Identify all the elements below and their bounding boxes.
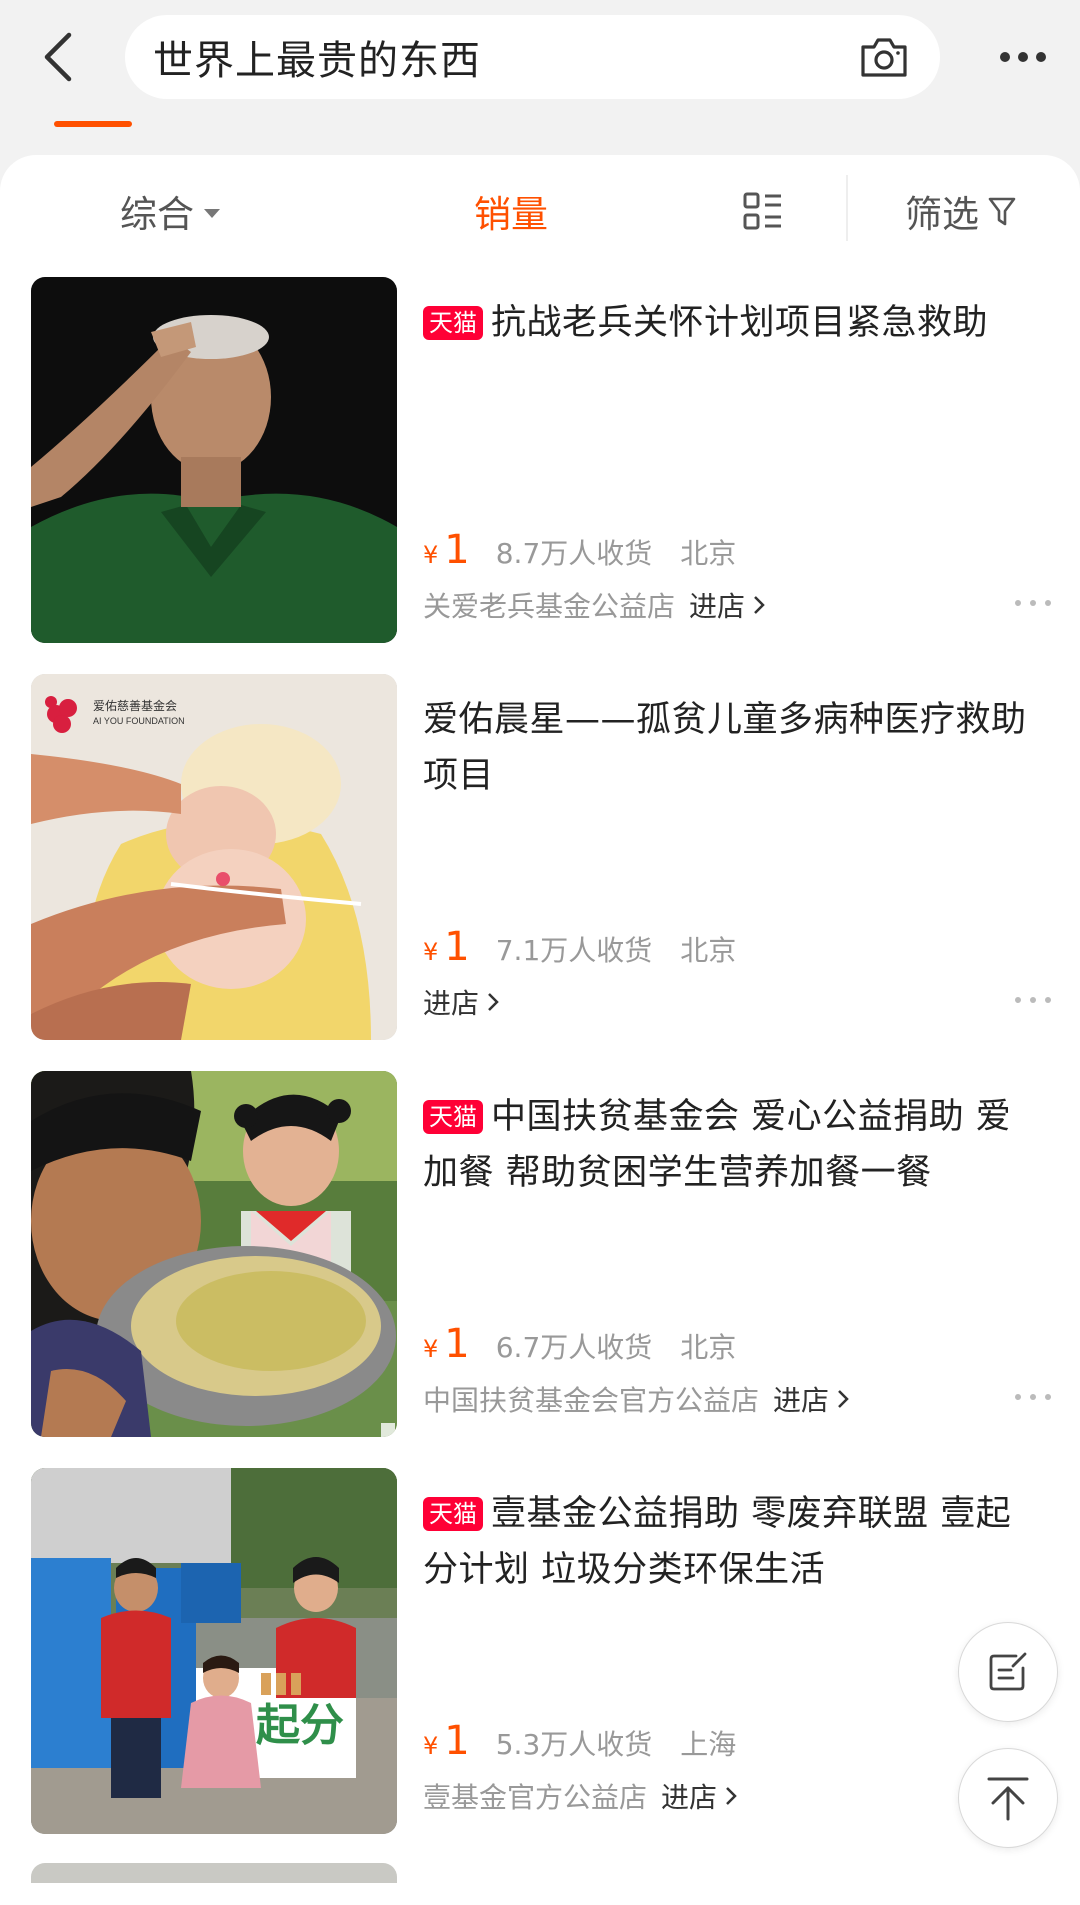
feedback-button[interactable] (958, 1622, 1058, 1722)
layout-toggle-button[interactable] (742, 183, 784, 239)
enter-shop-label: 进店 (661, 1781, 718, 1814)
product-location: 北京 (680, 934, 737, 967)
product-price: 1 (444, 1718, 470, 1764)
tmall-badge: 天猫 (423, 1100, 483, 1134)
shop-row: 中国扶贫基金会官方公益店 进店 (423, 1377, 849, 1421)
product-title-text: 抗战老兵关怀计划项目紧急救助 (491, 303, 989, 343)
chevron-right-icon (754, 596, 765, 614)
price-row: ¥ 1 5.3万人收货 上海 (423, 1718, 736, 1770)
chevron-right-icon (838, 1390, 849, 1408)
foundation-logo-subtext: AI YOU FOUNDATION (93, 716, 185, 726)
product-title[interactable]: 天猫 中国扶贫基金会 爱心公益捐助 爱加餐 帮助贫困学生营养加餐一餐 (423, 1089, 1035, 1201)
product-card[interactable]: 起分 天猫 壹基金公益捐助 零废弃联盟 壹起分计划 垃圾分类环保生活 ¥ 1 5.… (0, 1468, 1080, 1834)
filter-label: 筛选 (905, 193, 979, 236)
sort-sales[interactable]: 销量 (474, 183, 548, 239)
camera-search-button[interactable] (856, 29, 912, 85)
product-price: 1 (444, 924, 470, 970)
enter-shop-label: 进店 (423, 987, 480, 1020)
product-image-infant[interactable]: 爱佑慈善基金会 AI YOU FOUNDATION (31, 674, 397, 1040)
currency-symbol: ¥ (423, 1732, 439, 1760)
sort-sales-label: 销量 (474, 193, 548, 236)
enter-shop-link[interactable]: 进店 (661, 1776, 737, 1816)
top-bar: 世界上最贵的东西 (0, 0, 1080, 160)
sort-divider (846, 175, 848, 241)
foundation-logo-text: 爱佑慈善基金会 (93, 698, 177, 713)
filter-button[interactable]: 筛选 (905, 183, 1017, 239)
feedback-edit-icon (989, 1652, 1027, 1691)
shop-name[interactable]: 关爱老兵基金公益店 (423, 585, 675, 625)
product-card[interactable]: 天猫 抗战老兵关怀计划项目紧急救助 ¥ 1 8.7万人收货 北京 关爱老兵基金公益… (0, 277, 1080, 643)
product-info: 爱佑晨星——孤贫儿童多病种医疗救助项目 ¥ 1 7.1万人收货 北京 进店 (423, 674, 1051, 1040)
tmall-badge: 天猫 (423, 306, 483, 340)
more-options-icon[interactable] (1015, 595, 1051, 611)
more-options-icon[interactable] (1015, 992, 1051, 1008)
back-arrow-icon (44, 32, 72, 82)
sold-count: 6.7万人收货 (495, 1331, 653, 1364)
search-input[interactable]: 世界上最贵的东西 (125, 15, 940, 99)
currency-symbol: ¥ (423, 1335, 439, 1363)
price-row: ¥ 1 7.1万人收货 北京 (423, 924, 736, 976)
product-card[interactable]: 天猫 中国扶贫基金会 爱心公益捐助 爱加餐 帮助贫困学生营养加餐一餐 ¥ 1 6.… (0, 1071, 1080, 1437)
sold-count: 5.3万人收货 (495, 1728, 653, 1761)
next-product-peek (31, 1863, 397, 1883)
price-row: ¥ 1 6.7万人收货 北京 (423, 1321, 736, 1373)
product-title-text: 壹基金公益捐助 零废弃联盟 壹起分计划 垃圾分类环保生活 (423, 1494, 1012, 1590)
sort-comprehensive-label: 综合 (120, 193, 194, 236)
shop-row: 壹基金官方公益店 进店 (423, 1774, 737, 1818)
shop-name[interactable]: 中国扶贫基金会官方公益店 (423, 1379, 759, 1419)
sold-count: 8.7万人收货 (495, 537, 653, 570)
tmall-badge: 天猫 (423, 1497, 483, 1531)
currency-symbol: ¥ (423, 541, 439, 569)
enter-shop-link[interactable]: 进店 (423, 982, 499, 1022)
product-title-text: 爱佑晨星——孤贫儿童多病种医疗救助项目 (423, 700, 1027, 796)
product-title[interactable]: 爱佑晨星——孤贫儿童多病种医疗救助项目 (423, 692, 1035, 804)
back-to-top-icon (987, 1777, 1029, 1821)
product-image-recycling[interactable]: 起分 (31, 1468, 397, 1834)
enter-shop-label: 进店 (773, 1384, 830, 1417)
shop-name[interactable]: 壹基金官方公益店 (423, 1776, 647, 1816)
filter-funnel-icon (988, 197, 1016, 226)
product-info: 天猫 中国扶贫基金会 爱心公益捐助 爱加餐 帮助贫困学生营养加餐一餐 ¥ 1 6.… (423, 1071, 1051, 1437)
sort-bar: 综合 销量 筛选 (0, 155, 1080, 267)
currency-symbol: ¥ (423, 938, 439, 966)
camera-icon (861, 38, 907, 77)
banner-text: 起分 (256, 1701, 344, 1750)
product-card[interactable]: 爱佑慈善基金会 AI YOU FOUNDATION 爱佑晨星——孤贫儿童多病种医… (0, 674, 1080, 1040)
product-title-text: 中国扶贫基金会 爱心公益捐助 爱加餐 帮助贫困学生营养加餐一餐 (423, 1097, 1012, 1193)
product-title[interactable]: 天猫 抗战老兵关怀计划项目紧急救助 (423, 295, 1035, 351)
product-price: 1 (444, 1321, 470, 1367)
chevron-right-icon (488, 993, 499, 1011)
product-location: 上海 (680, 1728, 737, 1761)
product-info: 天猫 抗战老兵关怀计划项目紧急救助 ¥ 1 8.7万人收货 北京 关爱老兵基金公益… (423, 277, 1051, 643)
chevron-right-icon (726, 1787, 737, 1805)
product-title[interactable]: 天猫 壹基金公益捐助 零废弃联盟 壹起分计划 垃圾分类环保生活 (423, 1486, 1035, 1598)
caret-down-icon (204, 208, 220, 218)
sort-comprehensive[interactable]: 综合 (120, 183, 220, 239)
enter-shop-link[interactable]: 进店 (689, 585, 765, 625)
product-image-veteran[interactable] (31, 277, 397, 643)
results-panel: 综合 销量 筛选 天猫 抗战老兵关怀计划项目紧急救助 ¥ 1 8.7万人收货 北… (0, 155, 1080, 1905)
back-button[interactable] (28, 22, 88, 92)
product-location: 北京 (680, 1331, 737, 1364)
shop-row: 进店 (423, 980, 499, 1024)
more-button[interactable] (990, 28, 1056, 86)
product-image-children-meal[interactable] (31, 1071, 397, 1437)
shop-row: 关爱老兵基金公益店 进店 (423, 583, 765, 627)
enter-shop-link[interactable]: 进店 (773, 1379, 849, 1419)
product-location: 北京 (680, 537, 737, 570)
more-icon (1000, 52, 1046, 62)
active-tab-indicator (54, 121, 132, 127)
more-options-icon[interactable] (1015, 1389, 1051, 1405)
search-query: 世界上最贵的东西 (153, 38, 481, 84)
sold-count: 7.1万人收货 (495, 934, 653, 967)
enter-shop-label: 进店 (689, 590, 746, 623)
product-info: 天猫 壹基金公益捐助 零废弃联盟 壹起分计划 垃圾分类环保生活 ¥ 1 5.3万人… (423, 1468, 1043, 1834)
grid-list-icon (743, 192, 781, 230)
product-price: 1 (444, 527, 470, 573)
price-row: ¥ 1 8.7万人收货 北京 (423, 527, 736, 579)
back-to-top-button[interactable] (958, 1748, 1058, 1848)
